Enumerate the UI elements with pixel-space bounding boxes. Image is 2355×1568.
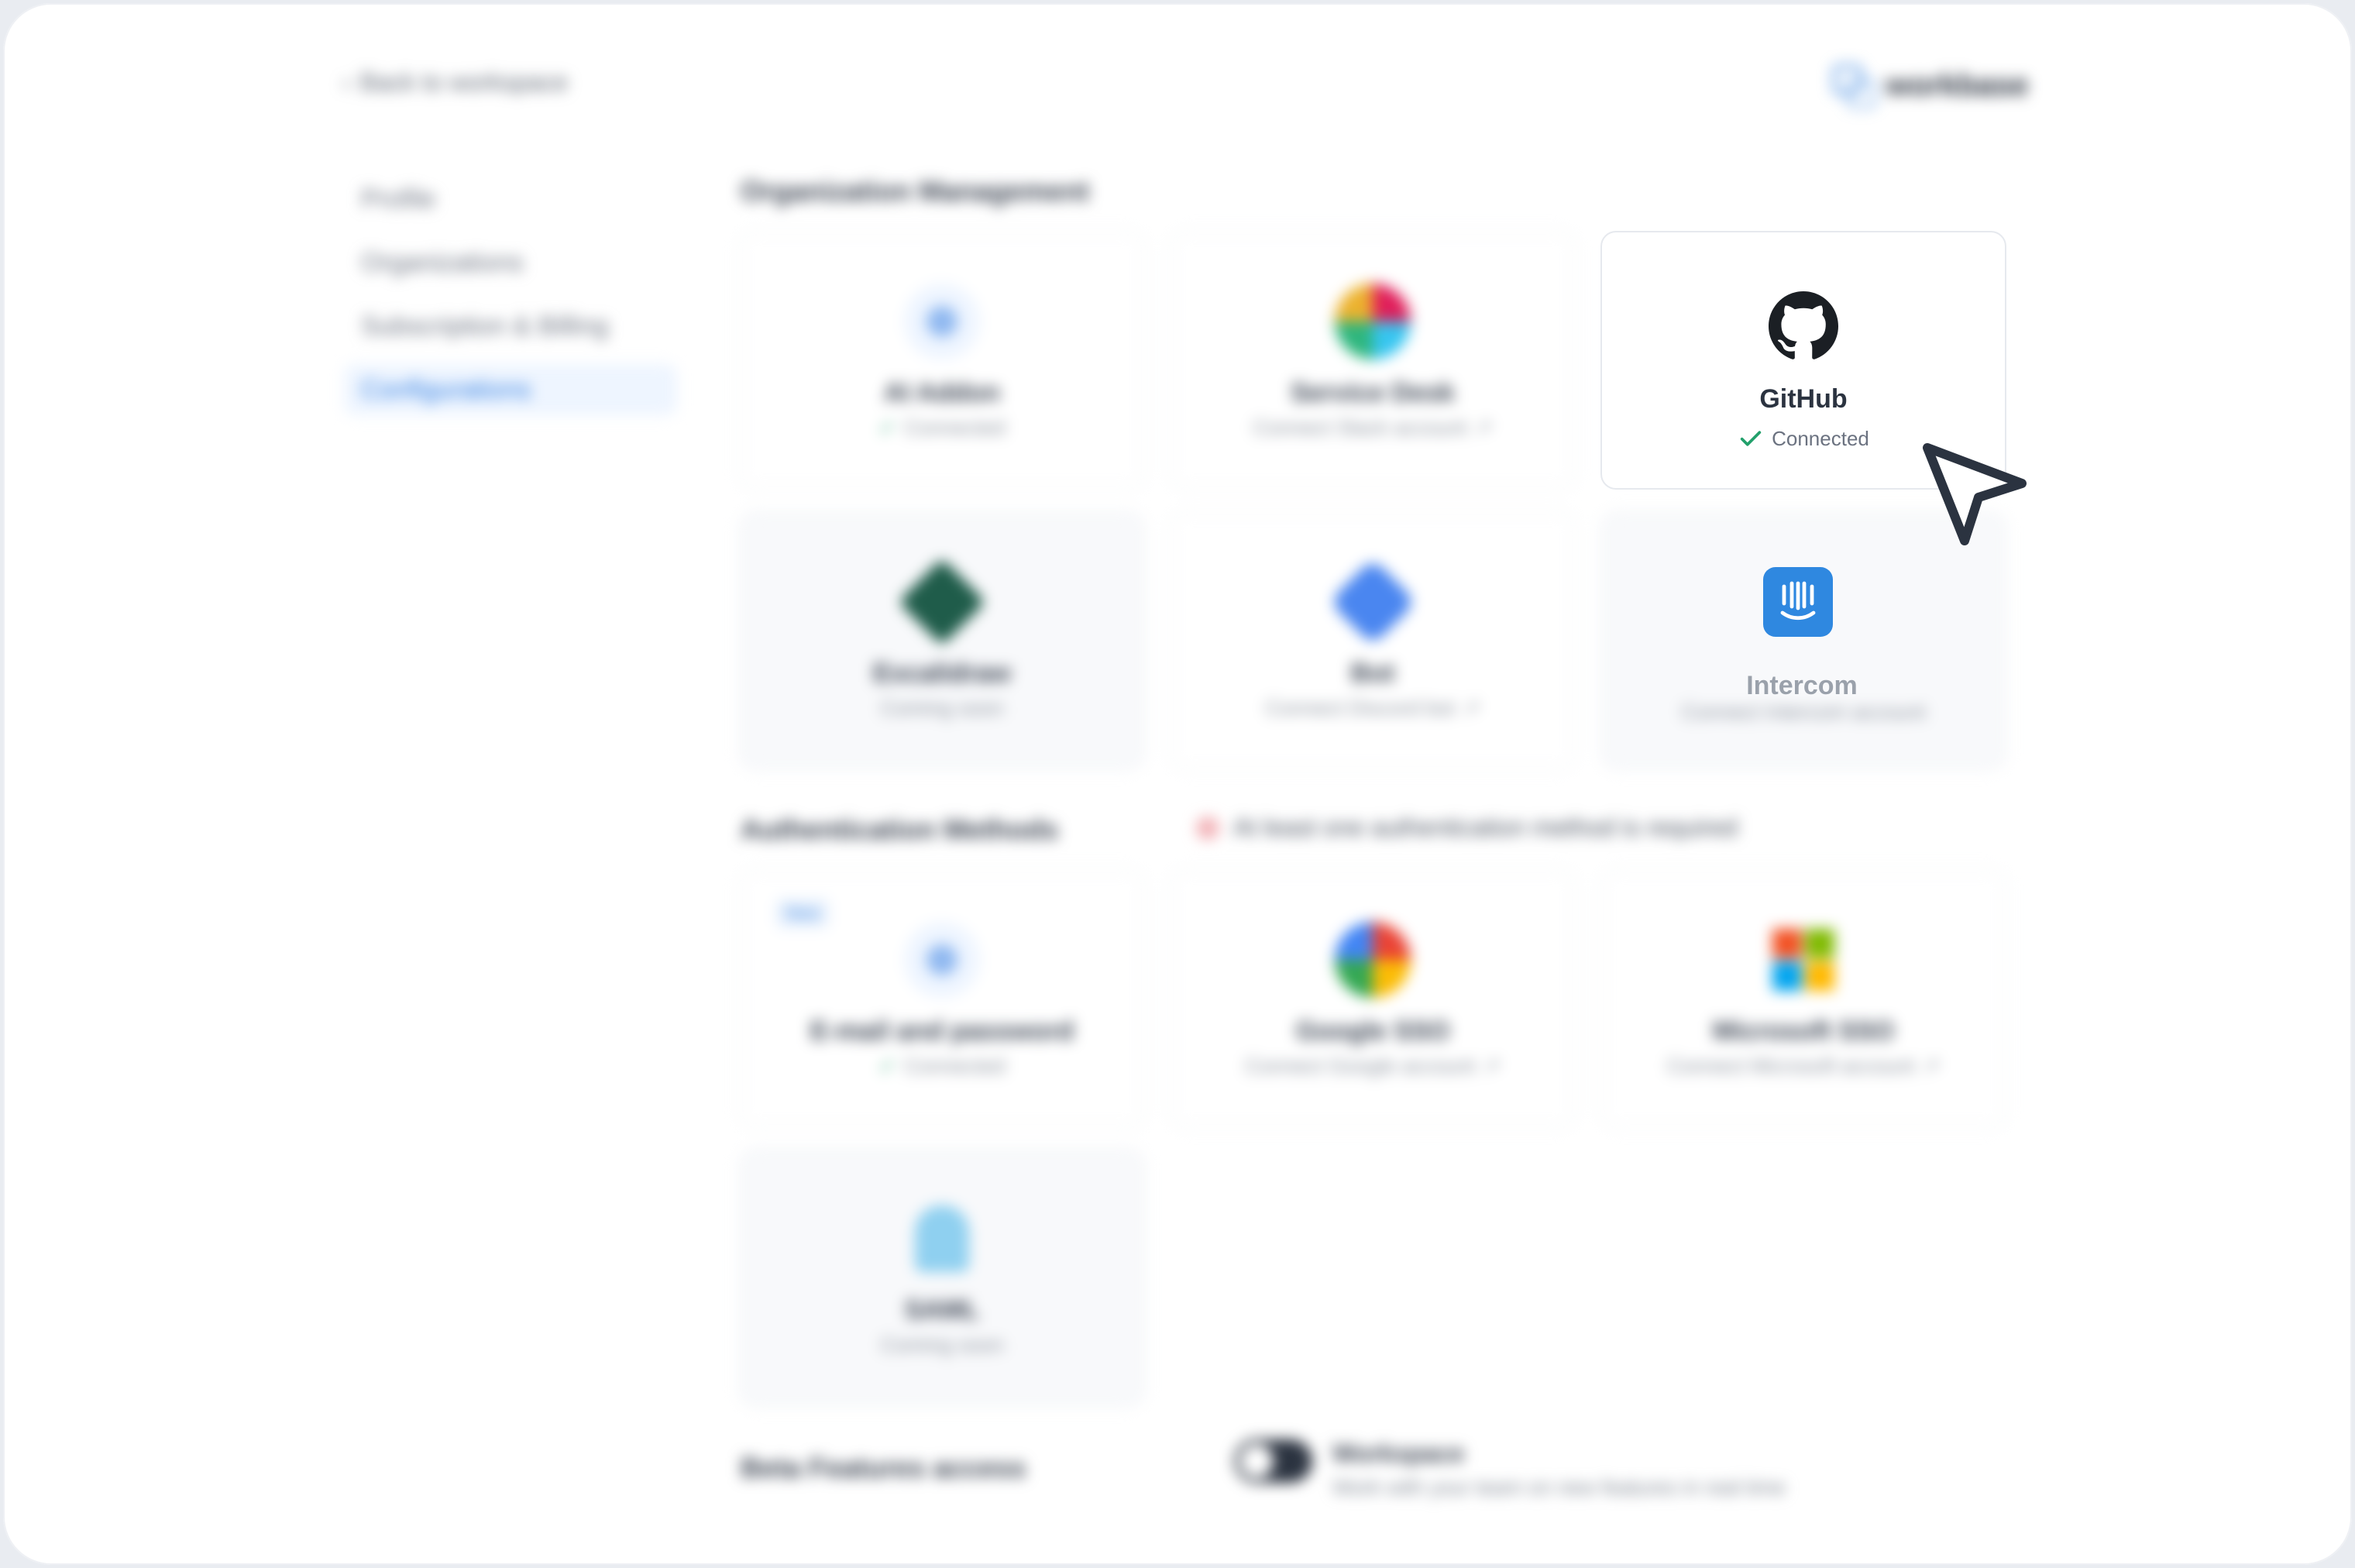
saml-icon	[904, 1201, 980, 1277]
auth-warning: At least one authentication method is re…	[1196, 813, 1738, 842]
card-status: Coming soon	[880, 1333, 1003, 1357]
intercom-icon	[1763, 567, 1833, 637]
sidebar-item-billing[interactable]: Subscription & Billing	[344, 301, 677, 352]
beta-toggle[interactable]	[1235, 1439, 1312, 1483]
check-icon	[1740, 431, 1762, 446]
beta-toggle-desc: Work with your team on new features in r…	[1332, 1476, 1786, 1499]
card-status: Connect Slack account ↗	[1253, 416, 1493, 440]
card-name: Bot	[1350, 658, 1395, 688]
card-status-label: Coming soon	[880, 1333, 1004, 1357]
external-link-icon: ↗	[1463, 696, 1480, 720]
card-name: Service Desk	[1291, 378, 1455, 407]
brand-logo: workbase	[1833, 65, 2029, 108]
external-link-icon: ↗	[1474, 416, 1493, 439]
back-link[interactable]: ‹ Back to workspace	[342, 68, 568, 97]
card-ai-addon[interactable]: AI Addon ✓ Connected	[739, 231, 1145, 490]
intercom-card-name: Intercom	[1746, 671, 1858, 700]
card-name: SAML	[904, 1295, 980, 1325]
key-icon	[904, 922, 980, 998]
excalidraw-icon	[898, 558, 986, 646]
external-link-icon: ↗	[1483, 1054, 1501, 1078]
card-status: Connect Intercom account	[1681, 700, 1925, 724]
card-status: ✓ Connected	[878, 416, 1005, 440]
beta-section-title: Beta Features access	[741, 1452, 1026, 1484]
card-status-label: Connect Slack account	[1253, 416, 1467, 439]
card-status-label: Connect Microsoft account	[1666, 1054, 1915, 1078]
sidebar: Profile Organizations Subscription & Bil…	[344, 174, 677, 428]
auth-section-title: Authentication Methods	[741, 813, 1058, 845]
card-microsoft-sso[interactable]: Microsoft SSO Connect Microsoft account …	[1600, 869, 2006, 1128]
card-bot[interactable]: Bot Connect Discord bot ↗	[1170, 511, 1576, 770]
mouse-cursor-icon	[1923, 443, 2027, 545]
card-status: Connect Microsoft account ↗	[1667, 1054, 1940, 1078]
card-status-label: Connect Discord bot	[1265, 696, 1455, 720]
app-window: ‹ Back to workspace workbase Profile Org…	[3, 3, 2352, 1565]
card-saml[interactable]: SAML Coming soon	[739, 1148, 1145, 1407]
sparkle-icon	[904, 284, 980, 359]
card-status: ✓ Connected	[878, 1054, 1005, 1078]
card-excalidraw[interactable]: Excalidraw Coming soon	[739, 511, 1145, 770]
card-status-label: Coming soon	[880, 696, 1004, 720]
new-badge: New	[776, 899, 830, 928]
card-status-label: Connected	[904, 416, 1006, 439]
microsoft-icon	[1765, 922, 1841, 998]
bot-icon	[1329, 558, 1417, 646]
sidebar-item-configurations[interactable]: Configurations	[344, 364, 677, 415]
brand-mark-icon	[1833, 65, 1876, 108]
chevron-left-icon: ‹	[342, 68, 351, 96]
slack-icon	[1335, 284, 1411, 359]
check-icon: ✓	[878, 1054, 896, 1078]
google-icon	[1335, 922, 1411, 998]
card-name: Excalidraw	[873, 658, 1011, 688]
check-icon: ✓	[878, 416, 896, 439]
card-status-label: Connect Google account	[1245, 1054, 1476, 1078]
card-name: E-mail and password	[810, 1016, 1074, 1046]
external-link-icon: ↗	[1922, 1054, 1941, 1078]
sidebar-item-organizations[interactable]: Organizations	[344, 237, 677, 288]
card-email-password[interactable]: New E-mail and password ✓ Connected	[739, 869, 1145, 1128]
card-name: Microsoft SSO	[1712, 1016, 1895, 1046]
card-status: Connected	[1738, 425, 1869, 452]
card-status: Connect Google account ↗	[1245, 1054, 1501, 1078]
beta-toggle-row: Workspace Work with your team on new fea…	[1235, 1439, 1786, 1500]
card-service-desk[interactable]: Service Desk Connect Slack account ↗	[1170, 231, 1576, 490]
org-section-title: Organization Management	[741, 175, 1090, 207]
card-name: GitHub	[1759, 384, 1848, 414]
brand-name: workbase	[1886, 67, 2029, 102]
card-status: Coming soon	[880, 696, 1003, 720]
card-name: Google SSO	[1295, 1016, 1450, 1046]
card-name: AI Addon	[884, 378, 1000, 407]
card-status-label: Connect Intercom account	[1681, 700, 1926, 724]
card-status-label: Connected	[904, 1054, 1006, 1078]
card-status: Connect Discord bot ↗	[1265, 696, 1480, 720]
warning-icon	[1196, 816, 1219, 840]
beta-toggle-label: Workspace	[1332, 1439, 1465, 1467]
auth-warning-text: At least one authentication method is re…	[1233, 813, 1738, 841]
back-link-label: Back to workspace	[359, 68, 569, 96]
sidebar-item-profile[interactable]: Profile	[344, 174, 677, 225]
intercom-glyph-icon	[1780, 581, 1816, 621]
card-status-label: Connected	[1772, 426, 1869, 450]
card-google-sso[interactable]: Google SSO Connect Google account ↗	[1170, 869, 1576, 1128]
github-icon	[1769, 291, 1838, 359]
